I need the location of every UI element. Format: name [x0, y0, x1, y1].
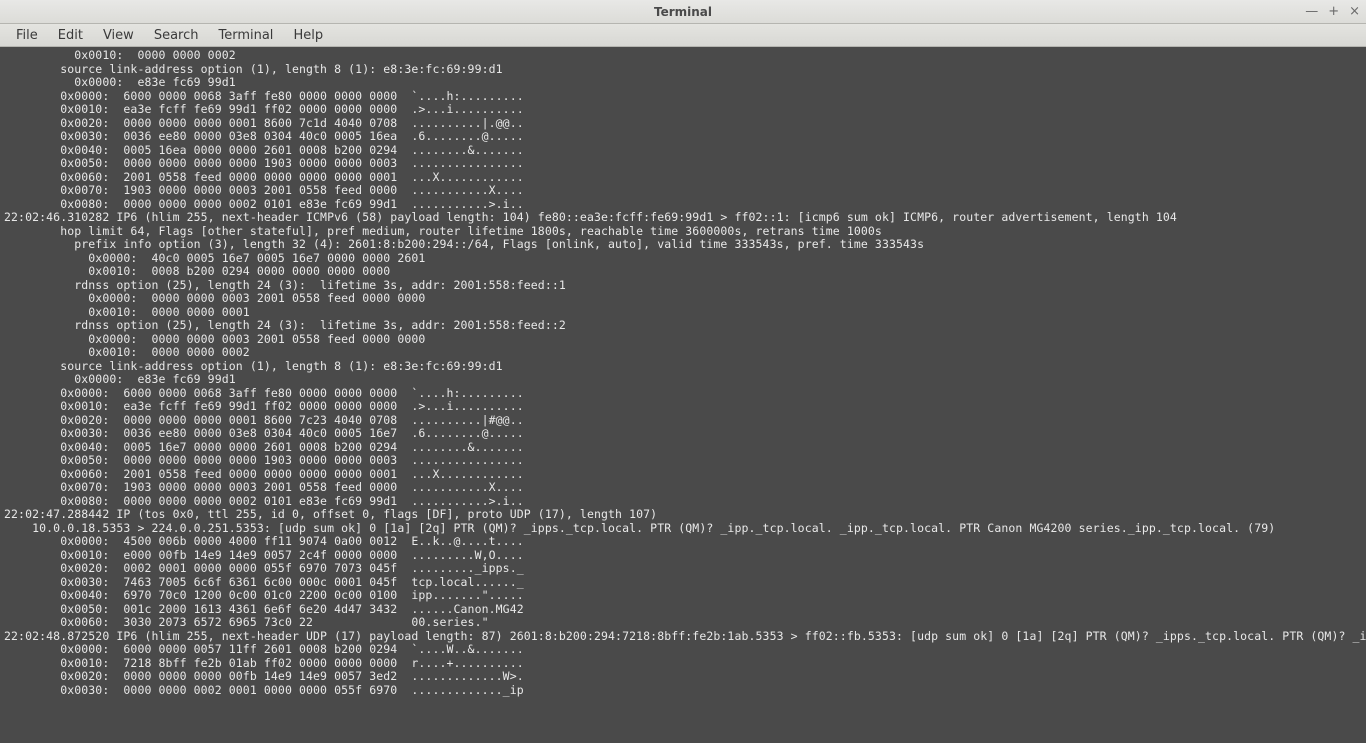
menu-file[interactable]: File [6, 26, 48, 45]
terminal-output[interactable]: 0x0010: 0000 0000 0002 source link-addre… [0, 47, 1366, 743]
menu-help[interactable]: Help [283, 26, 333, 45]
titlebar[interactable]: Terminal — + × [0, 0, 1366, 24]
menu-edit[interactable]: Edit [48, 26, 93, 45]
menu-view[interactable]: View [93, 26, 144, 45]
minimize-icon[interactable]: — [1305, 5, 1318, 18]
terminal-window: Terminal — + × File Edit View Search Ter… [0, 0, 1366, 743]
close-icon[interactable]: × [1349, 5, 1360, 18]
window-title: Terminal [654, 5, 712, 19]
menubar: File Edit View Search Terminal Help [0, 24, 1366, 47]
menu-search[interactable]: Search [144, 26, 209, 45]
menu-terminal[interactable]: Terminal [208, 26, 283, 45]
maximize-icon[interactable]: + [1328, 5, 1339, 18]
window-controls: — + × [1305, 5, 1360, 18]
